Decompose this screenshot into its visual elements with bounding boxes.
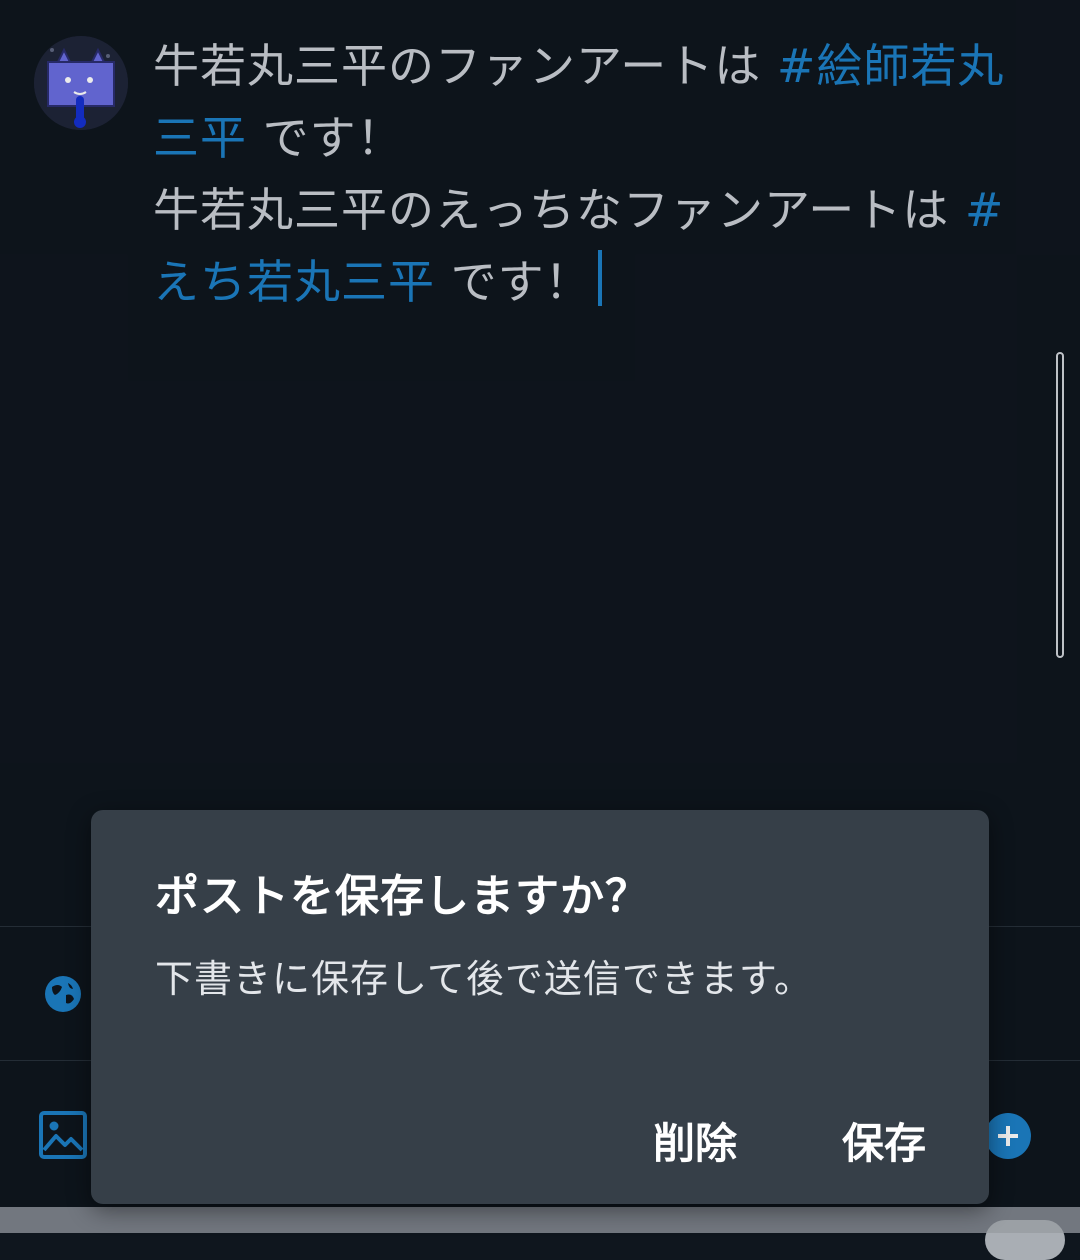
delete-button[interactable]: 削除 (653, 1110, 737, 1171)
save-button[interactable]: 保存 (842, 1110, 926, 1171)
save-post-dialog: ポストを保存しますか？ 下書きに保存して後で送信できます。 削除 保存 (91, 810, 989, 1204)
dialog-message: 下書きに保存して後で送信できます。 (155, 957, 814, 1001)
dialog-title: ポストを保存しますか？ (155, 871, 650, 922)
